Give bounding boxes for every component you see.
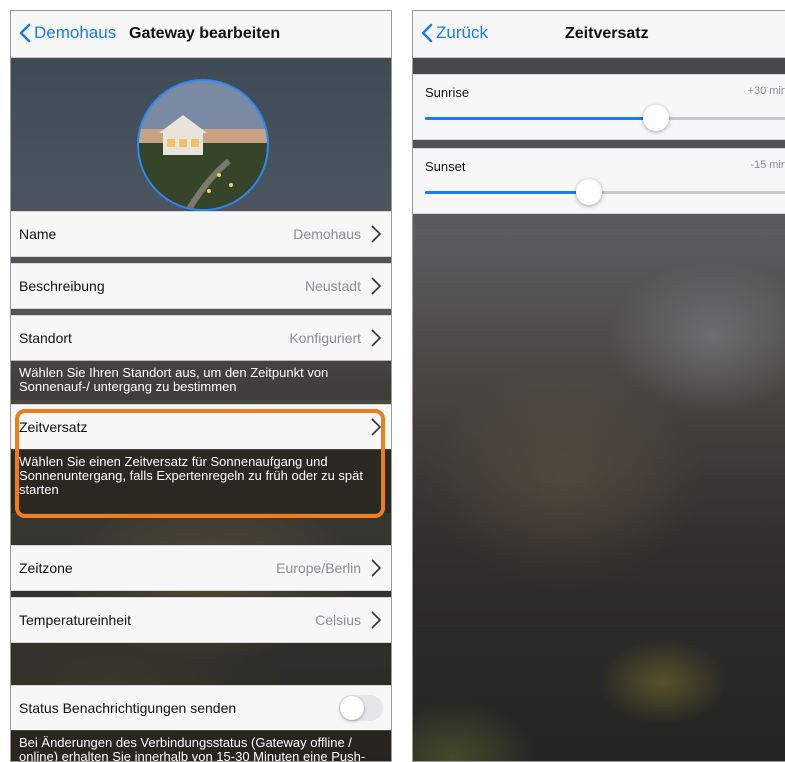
- back-button[interactable]: Demohaus: [19, 23, 116, 43]
- location-value: Konfiguriert: [289, 330, 361, 346]
- status-notifications-row: Status Benachrichtigungen senden: [11, 685, 391, 731]
- slider-fill: [425, 191, 589, 194]
- description-row[interactable]: Beschreibung Neustadt: [11, 263, 391, 309]
- page-title: Zeitversatz: [565, 25, 649, 42]
- sunrise-label: Sunrise: [425, 85, 470, 100]
- status-notifications-label: Status Benachrichtigungen senden: [19, 700, 237, 716]
- location-hint: Wählen Sie Ihren Standort aus, um den Ze…: [11, 360, 391, 400]
- timezone-row[interactable]: Zeitzone Europe/Berlin: [11, 545, 391, 591]
- temperature-row[interactable]: Temperatureinheit Celsius: [11, 597, 391, 643]
- timezone-label: Zeitzone: [19, 560, 73, 576]
- chevron-right-icon: [371, 329, 381, 347]
- temperature-label: Temperatureinheit: [19, 612, 132, 628]
- toggle-knob: [340, 696, 364, 720]
- gateway-edit-screen: Demohaus Gateway bearbeiten Name Demohau…: [10, 10, 392, 762]
- sunset-label: Sunset: [425, 159, 466, 174]
- sunrise-offset: +30 min: [747, 85, 785, 97]
- back-button[interactable]: Zurück: [421, 23, 488, 43]
- chevron-left-icon: [19, 23, 31, 43]
- timezone-value: Europe/Berlin: [276, 560, 361, 576]
- chevron-right-icon: [371, 559, 381, 577]
- sunset-slider[interactable]: [425, 179, 785, 205]
- back-label: Demohaus: [34, 23, 117, 42]
- sunset-offset: -15 min: [750, 159, 785, 171]
- house-image: [139, 81, 267, 209]
- sunset-slider-card: Sunset -15 min: [413, 148, 785, 214]
- temperature-value: Celsius: [315, 612, 361, 628]
- back-label: Zurück: [436, 23, 488, 42]
- sunrise-slider-card: Sunrise +30 min: [413, 74, 785, 140]
- gateway-photo[interactable]: [137, 79, 269, 211]
- location-row[interactable]: Standort Konfiguriert: [11, 315, 391, 361]
- chevron-left-icon: [421, 23, 433, 43]
- slider-thumb[interactable]: [575, 179, 602, 205]
- navigation-bar: Demohaus Gateway bearbeiten: [11, 11, 391, 58]
- chevron-right-icon: [371, 611, 381, 629]
- slider-thumb[interactable]: [642, 105, 669, 131]
- name-value: Demohaus: [293, 226, 361, 242]
- status-hint: Bei Änderungen des Verbindungsstatus (Ga…: [11, 730, 391, 761]
- description-value: Neustadt: [304, 278, 361, 294]
- navigation-bar: Zurück Zeitversatz: [413, 11, 785, 58]
- sunrise-slider[interactable]: [425, 105, 785, 131]
- location-label: Standort: [19, 330, 72, 346]
- highlight-frame: [15, 409, 385, 518]
- chevron-right-icon: [371, 277, 381, 295]
- description-label: Beschreibung: [19, 278, 105, 294]
- chevron-right-icon: [371, 225, 381, 243]
- time-offset-screen: Zurück Zeitversatz Sunrise +30 min Sunse…: [412, 10, 785, 762]
- page-title: Gateway bearbeiten: [129, 25, 281, 42]
- status-notifications-toggle[interactable]: [339, 695, 383, 721]
- name-row[interactable]: Name Demohaus: [11, 211, 391, 257]
- name-label: Name: [19, 226, 57, 242]
- slider-fill: [425, 117, 656, 120]
